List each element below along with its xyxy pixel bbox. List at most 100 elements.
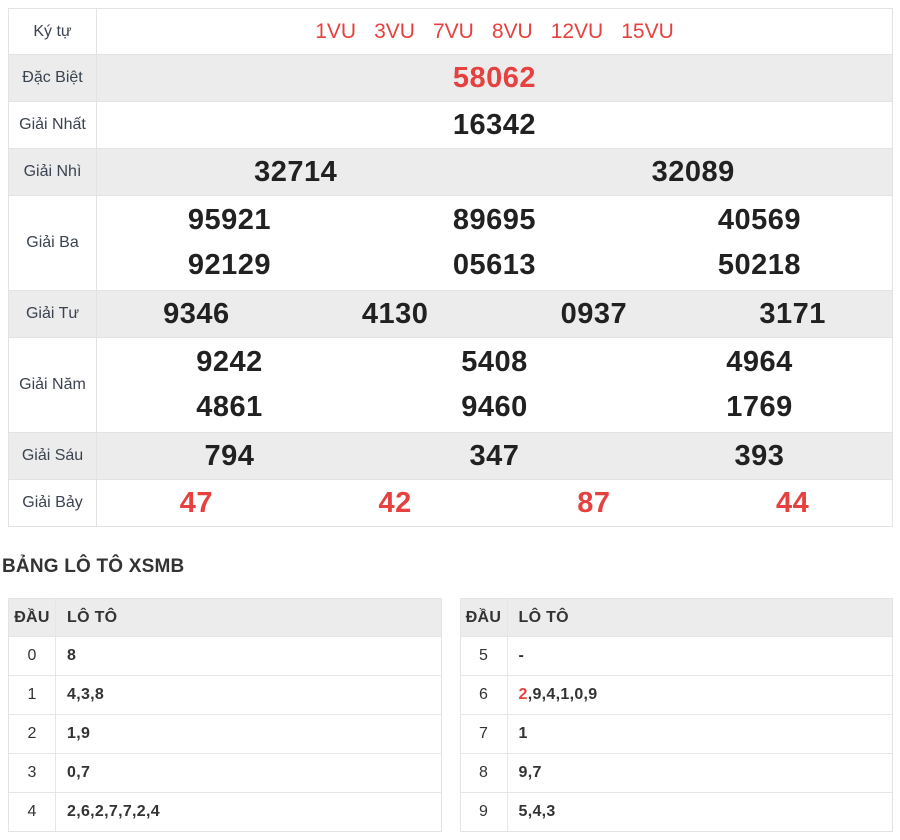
prize-values: 47 42 87 44: [97, 480, 892, 526]
symbol-value: 1VU: [315, 19, 357, 43]
loto-dau-value: 3: [9, 754, 56, 792]
prize-label: Giải Ba: [9, 196, 97, 290]
loto-value: 1: [560, 686, 570, 703]
prize-number: 1769: [726, 391, 793, 423]
prize-label: Giải Bảy: [9, 480, 97, 526]
loto-row: 1 4, 3, 8: [9, 675, 441, 714]
loto-header-loto: LÔ TÔ: [518, 608, 569, 626]
prize-label: Ký tự: [9, 9, 97, 54]
result-row: Giải Nhì 32714 32089: [9, 148, 892, 195]
result-row: Giải Tư 9346 4130 0937 3171: [9, 290, 892, 337]
prize-number: 347: [469, 439, 520, 472]
prize-number: 393: [734, 439, 785, 472]
loto-value: 7: [532, 764, 542, 781]
prize-values: 794 347 393: [97, 433, 892, 479]
loto-section-title: BẢNG LÔ TÔ XSMB: [2, 556, 185, 577]
loto-value: 9: [518, 764, 528, 781]
loto-table-left: ĐẦU LÔ TÔ 0 8 1 4, 3, 821, 930, 742, 6, 2, 7,…: [8, 598, 442, 832]
prize-number: 4130: [361, 297, 429, 330]
prize-number: 32089: [651, 155, 735, 188]
prize-number: 95921: [187, 204, 272, 236]
loto-header-row: ĐẦU LÔ TÔ: [460, 599, 892, 636]
loto-value: 0: [574, 686, 584, 703]
loto-dau-value: 8: [461, 754, 508, 792]
loto-value: 5: [518, 803, 528, 820]
loto-row: 6 2, 9, 4, 1, 0, 9: [460, 675, 892, 714]
loto-value: 4: [546, 686, 556, 703]
prize-values: 16342: [97, 102, 892, 148]
prize-label: Giải Tư: [9, 291, 97, 337]
loto-value: 7: [80, 764, 91, 781]
prize-number: 3171: [759, 297, 826, 330]
loto-header-row: ĐẦU LÔ TÔ: [9, 599, 441, 636]
loto-dau-value: 4: [9, 793, 56, 831]
prize-number: 4964: [726, 346, 793, 378]
loto-dau-value: 2: [9, 715, 56, 753]
prize-number: 9346: [163, 297, 230, 330]
loto-values: 9, 7: [518, 764, 542, 781]
loto-value: 2: [67, 803, 77, 820]
prize-number: 4861: [196, 391, 263, 423]
prize-number: 89695: [452, 204, 537, 236]
result-row: Giải Năm 9242 5408 4964 4861 9460 1769: [9, 337, 892, 432]
symbol-value: 15VU: [621, 19, 674, 43]
loto-header-loto: LÔ TÔ: [67, 608, 118, 626]
loto-dau-value: 0: [9, 637, 56, 675]
loto-dau-value: 5: [461, 637, 508, 675]
prize-label: Giải Năm: [9, 338, 97, 432]
loto-values: 5, 4, 3: [518, 803, 556, 820]
loto-values: 2, 9, 4, 1, 0, 9: [518, 686, 598, 703]
loto-header-dau: ĐẦU: [9, 599, 56, 636]
loto-value: 2: [94, 803, 105, 820]
loto-row: 8 9, 7: [460, 753, 892, 792]
prize-number: 9242: [196, 346, 263, 378]
loto-value: 1: [67, 725, 77, 742]
prize-number: 44: [775, 486, 810, 519]
symbol-value: 7VU: [432, 19, 474, 43]
loto-values: 2, 6, 2, 7, 7, 2, 4: [67, 803, 160, 820]
loto-values: -: [508, 637, 893, 675]
loto-value: -: [518, 647, 525, 664]
prize-number: 0937: [560, 297, 628, 330]
prize-number: 42: [378, 486, 412, 519]
result-row: Giải Ba 95921 89695 40569 92129 05613 50218: [9, 195, 892, 290]
loto-values: 0, 7: [67, 764, 91, 781]
symbol-value: 8VU: [491, 19, 533, 43]
loto-values: 1: [508, 715, 893, 753]
prize-label: Giải Sáu: [9, 433, 97, 479]
prize-number: 50218: [717, 249, 802, 281]
prize-number: 87: [577, 486, 611, 519]
prize-number: 16342: [452, 108, 537, 141]
loto-value: 3: [546, 803, 556, 820]
loto-value: 1: [518, 725, 528, 742]
prize-values: 9242 5408 4964 4861 9460 1769: [97, 338, 892, 432]
prize-number: 794: [204, 439, 255, 472]
result-row: Ký tự 1VU 3VU 7VU 8VU 12VU 15VU: [9, 9, 892, 54]
loto-value: 6: [80, 803, 91, 820]
result-row: Giải Sáu 794 347 393: [9, 432, 892, 479]
prize-values: 32714 32089: [97, 149, 892, 195]
loto-value: 9: [532, 686, 542, 703]
loto-values: 4, 3, 8: [67, 686, 105, 703]
loto-header-dau: ĐẦU: [461, 599, 508, 636]
loto-value: 7: [122, 803, 133, 820]
loto-dau-value: 1: [9, 676, 56, 714]
prize-label: Giải Nhất: [9, 102, 97, 148]
prize-label: Giải Nhì: [9, 149, 97, 195]
loto-table-right: ĐẦU LÔ TÔ 5-6 2, 9, 4, 1, 0, 97189, 795, 4,…: [459, 598, 893, 832]
loto-value: 3: [80, 686, 91, 703]
loto-dau-value: 9: [461, 793, 508, 831]
prize-number: 9460: [461, 391, 528, 423]
loto-value: 2: [518, 686, 528, 703]
prize-number: 92129: [187, 249, 272, 281]
loto-dau-value: 7: [461, 715, 508, 753]
loto-value: 9: [80, 725, 91, 742]
results-table: Ký tự 1VU 3VU 7VU 8VU 12VU 15VU Đặc Biệt 58062 Gi…: [8, 8, 893, 527]
loto-value: 0: [67, 764, 77, 781]
loto-tables: ĐẦU LÔ TÔ 0 8 1 4, 3, 821, 930, 742, 6, 2, 7,…: [8, 598, 893, 832]
loto-value: 4: [532, 803, 542, 820]
result-row: Giải Nhất 16342: [9, 101, 892, 148]
prize-number: 47: [179, 486, 213, 519]
loto-row: 9 5, 4, 3: [460, 792, 892, 831]
prize-number: 40569: [717, 204, 802, 236]
